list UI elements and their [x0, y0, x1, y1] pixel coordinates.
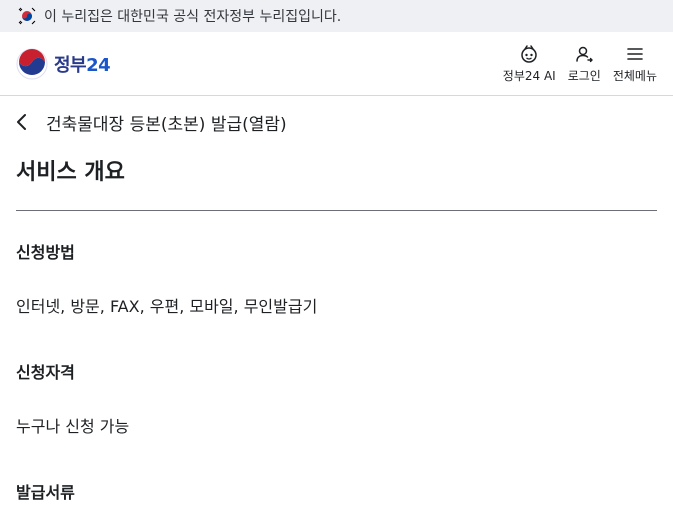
back-button[interactable]	[10, 110, 34, 134]
page-breadcrumb: 건축물대장 등본(초본) 발급(열람)	[0, 96, 673, 148]
chevron-left-icon	[17, 114, 26, 130]
service-overview-heading: 서비스 개요	[16, 148, 657, 211]
government-emblem-icon	[16, 48, 48, 79]
ai-button-label: 정부24 AI	[502, 69, 556, 83]
site-logo[interactable]: 정부24	[16, 48, 111, 80]
ai-button[interactable]: 정부24 AI	[503, 43, 556, 84]
korea-flag-icon	[18, 7, 36, 25]
header-actions: 정부24 AI 로그인 전체메뉴	[503, 43, 657, 84]
site-header: 정부24 정부24 AI 로그인 전체메뉴	[0, 32, 673, 96]
logo-wordmark: 정부24	[54, 54, 111, 76]
apply-method-value: 인터넷, 방문, FAX, 우편, 모바일, 무인발급기	[16, 297, 318, 316]
hamburger-menu-icon	[627, 48, 643, 60]
page-title: 건축물대장 등본(초본) 발급(열람)	[46, 114, 287, 135]
apply-method-label: 신청방법	[16, 243, 75, 262]
login-user-icon	[576, 46, 594, 63]
overview-list: 신청방법 인터넷, 방문, FAX, 우편, 모바일, 무인발급기 신청자격 누…	[0, 239, 673, 503]
issued-documents-label: 발급서류	[16, 483, 75, 502]
login-button-label: 로그인	[567, 69, 601, 83]
login-button[interactable]: 로그인	[568, 43, 601, 84]
eligibility-label: 신청자격	[16, 363, 75, 382]
ai-assistant-icon	[521, 45, 537, 63]
gov-notice-bar: 이 누리집은 대한민국 공식 전자정부 누리집입니다.	[0, 0, 673, 32]
gov-notice-text: 이 누리집은 대한민국 공식 전자정부 누리집입니다.	[44, 9, 342, 25]
all-menu-button[interactable]: 전체메뉴	[613, 43, 657, 84]
eligibility-value: 누구나 신청 가능	[16, 417, 130, 436]
all-menu-label: 전체메뉴	[612, 69, 657, 83]
